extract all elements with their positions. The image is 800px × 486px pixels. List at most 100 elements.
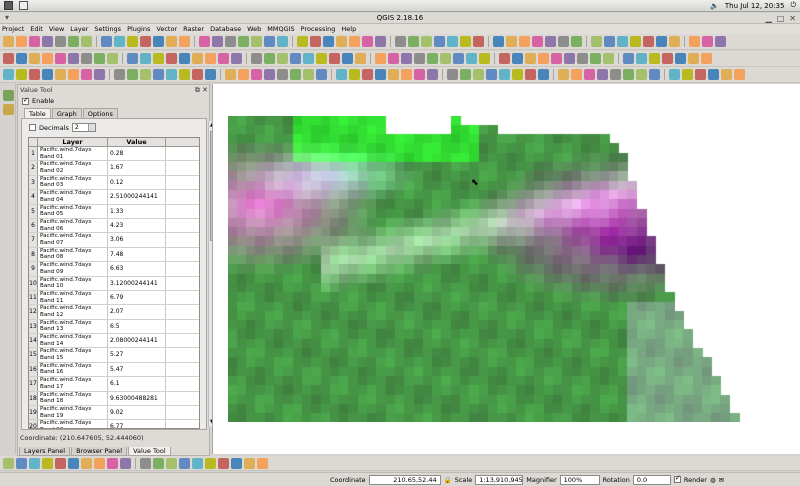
toolbar-tool-icon[interactable] xyxy=(140,69,151,80)
toolbar-tool-icon[interactable] xyxy=(349,36,360,47)
toolbar-tool-icon[interactable] xyxy=(362,36,373,47)
toolbar-tool-icon[interactable] xyxy=(3,69,14,80)
toolbar-tool-icon[interactable] xyxy=(591,36,602,47)
toolbar-tool-icon[interactable] xyxy=(316,69,327,80)
toolbar-tool-icon[interactable] xyxy=(473,36,484,47)
toolbar-tool-icon[interactable] xyxy=(225,69,236,80)
rotation-field[interactable]: 0.0 xyxy=(632,474,671,485)
toolbar-tool-icon[interactable] xyxy=(577,53,588,64)
toolbar-tool-icon[interactable] xyxy=(479,53,490,64)
toolbar-tool-icon[interactable] xyxy=(310,36,321,47)
toolbar-tool-icon[interactable] xyxy=(42,36,53,47)
toolbar-tool-icon[interactable] xyxy=(55,36,66,47)
toolbar-tool-icon[interactable] xyxy=(264,69,275,80)
toolbar-tool-icon[interactable] xyxy=(251,69,262,80)
toolbar-tool-icon[interactable] xyxy=(166,36,177,47)
volume-icon[interactable]: 🔈 xyxy=(710,2,719,10)
apps-menu-icon[interactable] xyxy=(4,1,13,10)
toolbar-tool-icon[interactable] xyxy=(375,53,386,64)
menu-view[interactable]: View xyxy=(49,25,64,33)
decimals-checkbox[interactable] xyxy=(29,124,36,131)
toolbar-tool-icon[interactable] xyxy=(238,69,249,80)
toolbar-tool-icon[interactable] xyxy=(551,53,562,64)
toolbar-tool-icon[interactable] xyxy=(388,69,399,80)
toolbar-tool-icon[interactable] xyxy=(669,36,680,47)
toolbar-tool-icon[interactable] xyxy=(675,53,686,64)
toolbar-tool-icon[interactable] xyxy=(721,69,732,80)
toolbar-tool-icon[interactable] xyxy=(205,69,216,80)
magnifier-field[interactable]: 100% xyxy=(559,474,600,485)
toolbar-tool-icon[interactable] xyxy=(715,36,726,47)
toolbar-tool-icon[interactable] xyxy=(94,69,105,80)
toolbar-tool-icon[interactable] xyxy=(199,36,210,47)
toolbar-tool-icon[interactable] xyxy=(153,69,164,80)
toolbar-tool-icon[interactable] xyxy=(81,36,92,47)
toolbar-tool-icon[interactable] xyxy=(584,69,595,80)
toolbar-tool-icon[interactable] xyxy=(251,36,262,47)
table-row[interactable]: 20Pacific.wind.7daysBand 206.77 xyxy=(29,420,199,428)
toolbar-tool-icon[interactable] xyxy=(94,53,105,64)
toolbar-tool-icon[interactable] xyxy=(447,36,458,47)
table-row[interactable]: 3 Pacific.wind.7days Band 03 0.12 xyxy=(29,175,199,191)
toolbar-tool-icon[interactable] xyxy=(323,36,334,47)
toolbar-tool-icon[interactable] xyxy=(695,69,706,80)
float-icon[interactable]: ⧉ xyxy=(195,86,200,94)
table-row[interactable]: 11 Pacific.wind.7days Band 11 6.79 xyxy=(29,290,199,306)
menu-processing[interactable]: Processing xyxy=(301,25,336,33)
toolbar-tool-icon[interactable] xyxy=(238,36,249,47)
toolbar-tool-icon[interactable] xyxy=(264,53,275,64)
toolbar-tool-icon[interactable] xyxy=(460,36,471,47)
toolbar-tool-icon[interactable] xyxy=(329,53,340,64)
toolbar-tool-icon[interactable] xyxy=(81,457,92,469)
toolbar-tool-icon[interactable] xyxy=(42,53,53,64)
toolbar-tool-icon[interactable] xyxy=(3,36,14,47)
toolbar-tool-icon[interactable] xyxy=(362,69,373,80)
toolbar-tool-icon[interactable] xyxy=(538,53,549,64)
table-row[interactable]: 9 Pacific.wind.7days Band 09 6.63 xyxy=(29,262,199,277)
toolbar-tool-icon[interactable] xyxy=(107,53,118,64)
toolbar-tool-icon[interactable] xyxy=(636,69,647,80)
toolbar-tool-icon[interactable] xyxy=(408,36,419,47)
toolbar-tool-icon[interactable] xyxy=(127,36,138,47)
power-icon[interactable]: ⏻ xyxy=(790,1,796,10)
toolbar-tool-icon[interactable] xyxy=(55,457,66,469)
toolbar-tool-icon[interactable] xyxy=(68,69,79,80)
table-row[interactable]: 4 Pacific.wind.7days Band 04 2.51000244141 xyxy=(29,190,199,205)
toolbar-tool-icon[interactable] xyxy=(512,69,523,80)
toolbar-tool-icon[interactable] xyxy=(610,69,621,80)
toolbar-tool-icon[interactable] xyxy=(689,36,700,47)
toolbar-tool-icon[interactable] xyxy=(486,69,497,80)
toolbar-tool-icon[interactable] xyxy=(656,36,667,47)
toolbar-tool-icon[interactable] xyxy=(545,36,556,47)
toolbar-tool-icon[interactable] xyxy=(244,457,255,469)
toolbar-tool-icon[interactable] xyxy=(447,69,458,80)
toolbar-tool-icon[interactable] xyxy=(349,69,360,80)
toolbar-tool-icon[interactable] xyxy=(558,69,569,80)
toolbar-tool-icon[interactable] xyxy=(688,53,699,64)
maximize-icon[interactable]: □ xyxy=(777,14,785,23)
toolbar-tool-icon[interactable] xyxy=(192,69,203,80)
toolbar-tool-icon[interactable] xyxy=(29,53,40,64)
toolbar-tool-icon[interactable] xyxy=(42,69,53,80)
toolbar-tool-icon[interactable] xyxy=(140,457,151,469)
toolbar-tool-icon[interactable] xyxy=(571,69,582,80)
toolbar-tool-icon[interactable] xyxy=(114,36,125,47)
tab-options[interactable]: Options xyxy=(82,108,118,118)
toolbar-tool-icon[interactable] xyxy=(427,69,438,80)
toolbar-tool-icon[interactable] xyxy=(519,36,530,47)
toolbar-tool-icon[interactable] xyxy=(277,36,288,47)
menu-help[interactable]: Help xyxy=(341,25,356,33)
toolbar-tool-icon[interactable] xyxy=(16,53,27,64)
toolbar-tool-icon[interactable] xyxy=(316,53,327,64)
toolbar-tool-icon[interactable] xyxy=(94,457,105,469)
menu-database[interactable]: Database xyxy=(210,25,241,33)
close-icon[interactable]: ✕ xyxy=(789,14,796,23)
toolbar-tool-icon[interactable] xyxy=(303,53,314,64)
toolbar-tool-icon[interactable] xyxy=(264,36,275,47)
toolbar-tool-icon[interactable] xyxy=(81,53,92,64)
toolbar-tool-icon[interactable] xyxy=(336,36,347,47)
table-row[interactable]: 19 Pacific.wind.7days Band 19 9.02 xyxy=(29,406,199,421)
toolbar-tool-icon[interactable] xyxy=(493,36,504,47)
toolbar-tool-icon[interactable] xyxy=(460,69,471,80)
window-menu-icon[interactable]: ▾ xyxy=(5,13,9,22)
